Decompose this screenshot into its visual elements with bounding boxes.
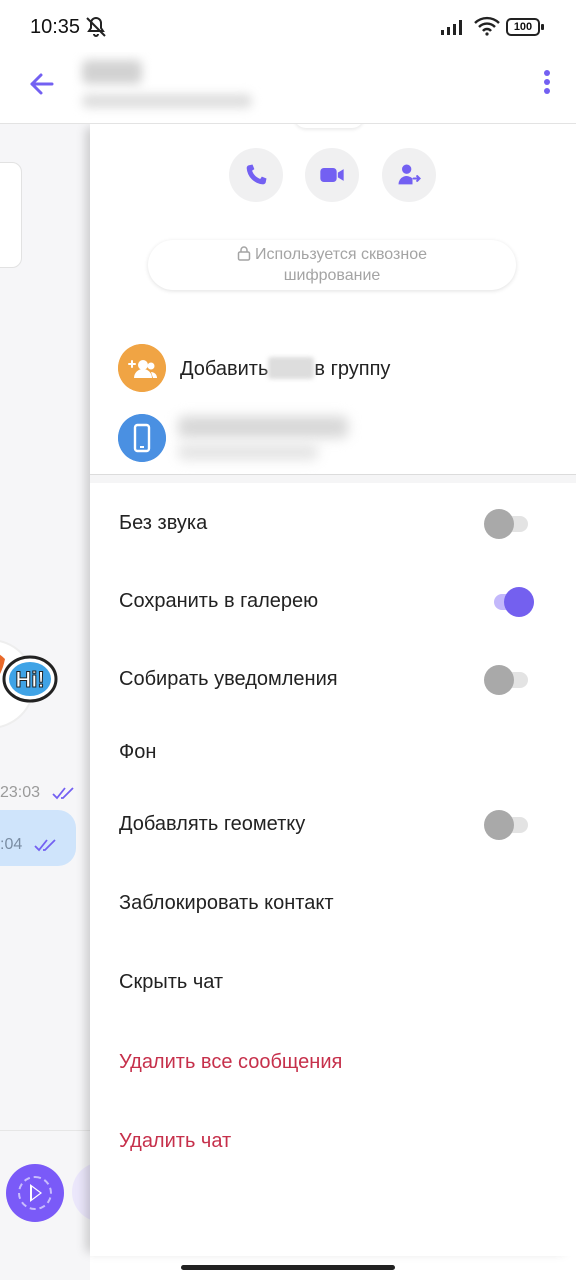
secondary-button[interactable] bbox=[72, 1162, 90, 1222]
save-gallery-toggle[interactable] bbox=[484, 586, 534, 617]
arrow-left-icon[interactable] bbox=[24, 66, 60, 102]
chat-info-panel: Используется сквозное шифрование Добавит… bbox=[90, 124, 576, 1256]
contact-name-redacted bbox=[268, 357, 315, 379]
background-setting[interactable]: Фон bbox=[119, 741, 156, 764]
composer-divider bbox=[0, 1130, 90, 1131]
call-button[interactable] bbox=[229, 148, 283, 202]
mute-setting-label[interactable]: Без звука bbox=[119, 512, 207, 535]
phone-icon bbox=[246, 164, 267, 185]
chat-header bbox=[0, 52, 576, 124]
block-contact-button[interactable]: Заблокировать контакт bbox=[119, 892, 334, 915]
status-time: 10:35 bbox=[30, 16, 81, 38]
video-message-button[interactable] bbox=[6, 1164, 64, 1222]
geotag-toggle[interactable] bbox=[484, 809, 528, 840]
bell-muted-icon bbox=[86, 16, 106, 37]
phone-type-redacted bbox=[178, 444, 318, 460]
status-bar: 10:35 100 bbox=[0, 0, 576, 52]
video-icon bbox=[320, 168, 344, 182]
add-group-icon bbox=[118, 344, 166, 392]
home-indicator[interactable] bbox=[181, 1265, 395, 1270]
play-icon bbox=[30, 1184, 42, 1202]
fox-sticker: Hi! bbox=[0, 640, 58, 728]
mobile-phone-icon bbox=[118, 414, 166, 462]
share-contact-button[interactable] bbox=[382, 148, 436, 202]
double-check-icon bbox=[52, 787, 74, 800]
sticker-text: Hi! bbox=[15, 667, 44, 692]
phone-number-row[interactable] bbox=[118, 414, 558, 464]
encryption-text-line2: шифрование bbox=[283, 267, 381, 284]
more-vertical-icon[interactable] bbox=[536, 70, 558, 100]
contact-status-redacted bbox=[82, 94, 252, 108]
double-check-icon bbox=[34, 839, 56, 852]
signal-icon bbox=[441, 20, 462, 35]
screen: 10:35 100 Hi! 23:03:04 Используется скв… bbox=[0, 0, 576, 1280]
section-divider bbox=[90, 474, 576, 483]
encryption-text-line1: Используется сквозное bbox=[255, 246, 427, 263]
phone-number-redacted bbox=[178, 416, 348, 438]
add-group-suffix: в группу bbox=[314, 358, 391, 380]
message-time: 23:03 bbox=[0, 784, 41, 801]
chat-background: Hi! 23:03 :04 bbox=[0, 124, 90, 1280]
mute-toggle[interactable] bbox=[484, 508, 528, 539]
wifi-icon bbox=[474, 16, 500, 36]
video-call-button[interactable] bbox=[305, 148, 359, 202]
lock-icon bbox=[237, 246, 251, 261]
message-time: :04 bbox=[0, 836, 23, 853]
contact-name-redacted[interactable] bbox=[82, 60, 142, 84]
delete-chat-button[interactable]: Удалить чат bbox=[119, 1130, 231, 1153]
battery-indicator: 100 bbox=[506, 18, 544, 36]
encryption-notice[interactable]: Используется сквозное шифрование bbox=[148, 240, 516, 290]
add-to-group-row[interactable]: Добавить в группу bbox=[118, 344, 558, 394]
add-group-prefix: Добавить bbox=[180, 358, 269, 380]
save-gallery-setting-label[interactable]: Сохранить в галерею bbox=[119, 590, 318, 613]
share-contact-icon bbox=[398, 164, 421, 185]
message-card bbox=[0, 162, 22, 268]
collect-notifications-setting-label[interactable]: Собирать уведомления bbox=[119, 668, 338, 691]
collect-notifications-toggle[interactable] bbox=[484, 664, 528, 695]
delete-all-messages-button[interactable]: Удалить все сообщения bbox=[119, 1051, 342, 1074]
geotag-setting-label[interactable]: Добавлять геометку bbox=[119, 813, 305, 836]
hide-chat-button[interactable]: Скрыть чат bbox=[119, 971, 223, 994]
